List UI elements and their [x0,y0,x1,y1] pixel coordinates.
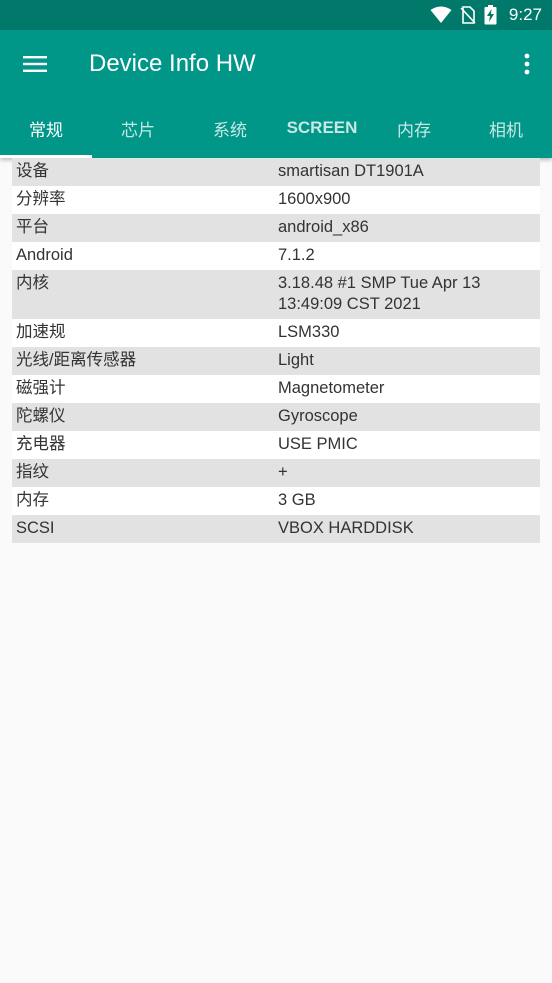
table-row: SCSI VBOX HARDDISK [12,515,540,543]
hamburger-menu-icon [23,56,47,72]
row-label: 内核 [16,274,49,292]
row-value: Gyroscope [278,407,358,425]
table-row: 内存 3 GB [12,487,540,515]
table-row: 光线/距离传感器 Light [12,347,540,375]
table-row: 加速规 LSM330 [12,319,540,347]
row-value: Magnetometer [278,379,385,397]
tab-camera[interactable]: 相机 [460,98,552,158]
row-label: 磁强计 [16,379,66,397]
tab-label: 常规 [29,120,63,140]
table-row: Android 7.1.2 [12,242,540,270]
table-row: 陀螺仪 Gyroscope [12,403,540,431]
table-row: 内核 3.18.48 #1 SMP Tue Apr 13 13:49:09 CS… [12,270,540,319]
row-label: Android [16,246,73,264]
row-label: 平台 [16,218,49,236]
app-bar: Device Info HW 常规 芯片 系统 SCREEN 内存 相机 [0,30,552,158]
battery-charging-icon [484,5,497,25]
tab-label: 系统 [213,120,247,140]
tab-screen[interactable]: SCREEN [276,98,368,158]
row-value: 3.18.48 #1 SMP Tue Apr 13 13:49:09 CST 2… [278,274,481,313]
more-vert-icon [524,53,530,75]
overflow-menu-button[interactable] [512,46,542,82]
tab-label: 相机 [489,120,523,140]
tab-chip[interactable]: 芯片 [92,98,184,158]
row-value: 3 GB [278,491,316,509]
no-sim-icon [460,6,476,24]
table-row: 指纹 + [12,459,540,487]
tab-system[interactable]: 系统 [184,98,276,158]
menu-button[interactable] [13,46,57,82]
row-value: + [278,463,288,481]
row-label: 充电器 [16,435,66,453]
tab-general[interactable]: 常规 [0,98,92,158]
tab-label: 芯片 [121,120,155,140]
table-row: 平台 android_x86 [12,214,540,242]
row-label: 陀螺仪 [16,407,66,425]
info-table: 设备 smartisan DT1901A 分辨率 1600x900 平台 and… [12,158,540,543]
wifi-icon [430,6,452,23]
table-row: 设备 smartisan DT1901A [12,158,540,186]
row-label: 设备 [16,162,49,180]
tab-label: SCREEN [286,118,358,137]
status-time: 9:27 [508,5,542,24]
row-label: 光线/距离传感器 [16,351,137,369]
row-value: LSM330 [278,323,340,341]
page-title: Device Info HW [89,50,256,77]
row-value: 7.1.2 [278,246,315,264]
row-label: 分辨率 [16,190,66,208]
row-value: VBOX HARDDISK [278,519,414,537]
row-label: SCSI [16,519,55,537]
table-row: 充电器 USE PMIC [12,431,540,459]
tab-label: 内存 [397,120,431,140]
row-value: smartisan DT1901A [278,162,424,180]
status-bar: 9:27 [0,0,552,30]
row-value: Light [278,351,314,369]
tab-memory[interactable]: 内存 [368,98,460,158]
row-value: USE PMIC [278,435,358,453]
row-value: android_x86 [278,218,369,236]
row-label: 内存 [16,491,49,509]
tab-bar: 常规 芯片 系统 SCREEN 内存 相机 [0,98,552,158]
table-row: 分辨率 1600x900 [12,186,540,214]
row-label: 指纹 [16,463,49,481]
table-row: 磁强计 Magnetometer [12,375,540,403]
row-label: 加速规 [16,323,66,341]
row-value: 1600x900 [278,190,351,208]
status-icons: 9:27 [430,3,542,27]
